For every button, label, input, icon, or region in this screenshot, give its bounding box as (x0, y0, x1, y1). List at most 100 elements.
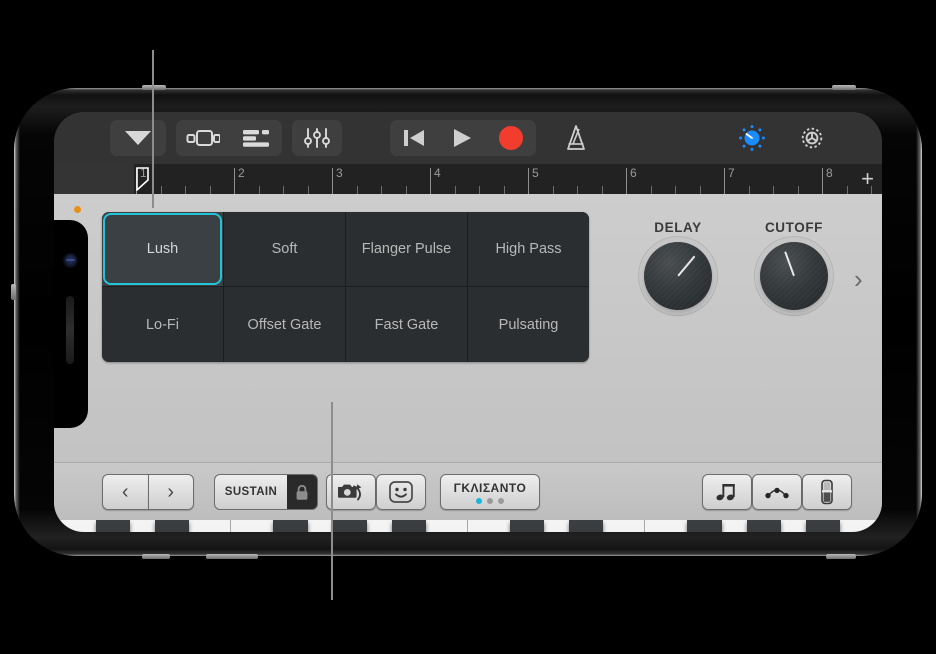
list-view-icon[interactable] (229, 120, 282, 156)
black-key[interactable] (332, 520, 367, 532)
ruler-bar-number: 2 (238, 166, 245, 180)
cutoff-knob-control[interactable]: CUTOFF (748, 220, 840, 310)
chevron-right-icon: › (167, 480, 175, 503)
ruler-bar-tick (430, 168, 431, 194)
ruler-left-pad (54, 164, 134, 194)
ruler-beat-tick (846, 186, 848, 194)
black-key[interactable] (687, 520, 722, 532)
knob-settings-icon (739, 125, 765, 151)
preset-cell[interactable]: Lo-Fi (102, 287, 224, 362)
preset-cell[interactable]: Lush (102, 212, 224, 287)
sustain-lock-button[interactable] (287, 475, 317, 509)
ruler-beat-tick (773, 186, 774, 194)
delay-knob[interactable] (644, 242, 712, 310)
mixer-button[interactable] (110, 120, 166, 156)
preset-label: Soft (271, 241, 298, 257)
black-key[interactable] (746, 520, 781, 532)
ruler-beat-tick (503, 186, 505, 194)
triangle-down-icon[interactable] (110, 120, 166, 156)
black-key[interactable] (569, 520, 604, 532)
ruler-beat-tick (307, 186, 309, 194)
rewind-button[interactable] (390, 120, 438, 156)
dot-2 (487, 497, 493, 504)
ruler-beat-tick (454, 186, 456, 194)
cutoff-knob-label: CUTOFF (764, 220, 824, 235)
ruler-beat-tick (699, 186, 701, 194)
ruler-bar-tick (528, 168, 529, 194)
callout-line-bottom (331, 402, 333, 600)
piano-keyboard[interactable]: Ντο3Ντο4 (54, 520, 882, 532)
black-key[interactable] (155, 520, 190, 532)
double-note-icon (716, 484, 735, 501)
arpeggiator-button[interactable] (702, 474, 752, 510)
device-button-nub (826, 554, 856, 559)
cutoff-knob-pointer (784, 251, 795, 277)
ruler-beat-tick (209, 186, 211, 194)
preset-grid: Lush Soft Flanger Pulse High Pass Lo-Fi Offse… (102, 212, 589, 362)
dot-3 (498, 497, 504, 504)
preset-cell[interactable]: Fast Gate (346, 287, 468, 362)
callout-line-top (152, 50, 154, 208)
track-controls-button[interactable] (292, 120, 342, 156)
preset-label: High Pass (495, 241, 562, 257)
settings-button[interactable] (792, 120, 832, 156)
iphone-device-frame: 12345678 + Lush Soft Flanger Pulse High Pas… (11, 85, 922, 559)
preset-cell[interactable]: Soft (224, 212, 346, 287)
ruler-bar-tick (332, 168, 333, 194)
preset-cell[interactable]: Flanger Pulse (346, 212, 468, 287)
record-button[interactable] (486, 120, 536, 156)
playhead-marker[interactable] (136, 167, 150, 191)
camera-rotate-button[interactable] (326, 474, 376, 510)
glissando-button[interactable]: ΓΚΛΙΣΑΝΤΟ (440, 474, 540, 510)
ruler-bar-number: 3 (336, 166, 343, 180)
play-icon (454, 129, 471, 147)
face-control-icon (389, 481, 413, 503)
chord-button[interactable] (752, 474, 802, 510)
lock-icon (296, 484, 308, 500)
octave-up-button[interactable]: › (148, 474, 194, 510)
transport-group (390, 120, 536, 156)
rewind-icon (404, 130, 424, 146)
ruler-beat-tick (160, 186, 162, 194)
ruler-beat-tick (577, 186, 578, 194)
preset-label: Offset Gate (247, 316, 322, 333)
black-key[interactable] (95, 520, 131, 532)
preset-cell[interactable]: Pulsating (468, 287, 589, 362)
top-toolbar (54, 112, 882, 164)
track-view-icon[interactable] (176, 120, 229, 156)
camera-rotate-icon (338, 484, 362, 501)
black-key[interactable] (509, 520, 545, 532)
timeline-ruler[interactable]: 12345678 + (54, 164, 882, 194)
fader-button[interactable] (802, 474, 852, 510)
earpiece-speaker-icon (66, 296, 74, 364)
add-track-button[interactable]: + (861, 168, 874, 190)
black-key[interactable] (391, 520, 426, 532)
play-button[interactable] (438, 120, 486, 156)
ruler-bar-tick (724, 168, 725, 194)
ruler-bar-tick (822, 168, 823, 194)
ruler-beat-tick (552, 186, 554, 194)
ruler-bar-number: 7 (728, 166, 735, 180)
track-controls-icon[interactable] (292, 120, 342, 156)
black-key[interactable] (805, 520, 840, 532)
octave-down-button[interactable]: ‹ (102, 474, 148, 510)
ruler-beat-tick (381, 186, 382, 194)
preset-cell[interactable]: Offset Gate (224, 287, 346, 362)
cutoff-knob[interactable] (760, 242, 828, 310)
next-page-chevron-icon[interactable]: › (854, 264, 863, 295)
ruler-beat-tick (405, 186, 407, 194)
preset-row: Lush Soft Flanger Pulse High Pass (102, 212, 589, 287)
metronome-button[interactable] (556, 120, 596, 156)
device-button-nub (11, 284, 16, 300)
face-control-button[interactable] (376, 474, 426, 510)
ruler-beat-tick (797, 186, 799, 194)
ruler-beat-tick (258, 186, 260, 194)
recording-indicator-dot (74, 206, 81, 213)
sustain-button[interactable]: SUSTAIN (215, 475, 287, 509)
fx-knob-button[interactable] (732, 120, 772, 156)
ruler-beat-tick (675, 186, 676, 194)
delay-knob-control[interactable]: DELAY (632, 220, 724, 310)
preset-cell[interactable]: High Pass (468, 212, 589, 287)
black-key[interactable] (273, 520, 308, 532)
device-button-nub (142, 554, 170, 559)
